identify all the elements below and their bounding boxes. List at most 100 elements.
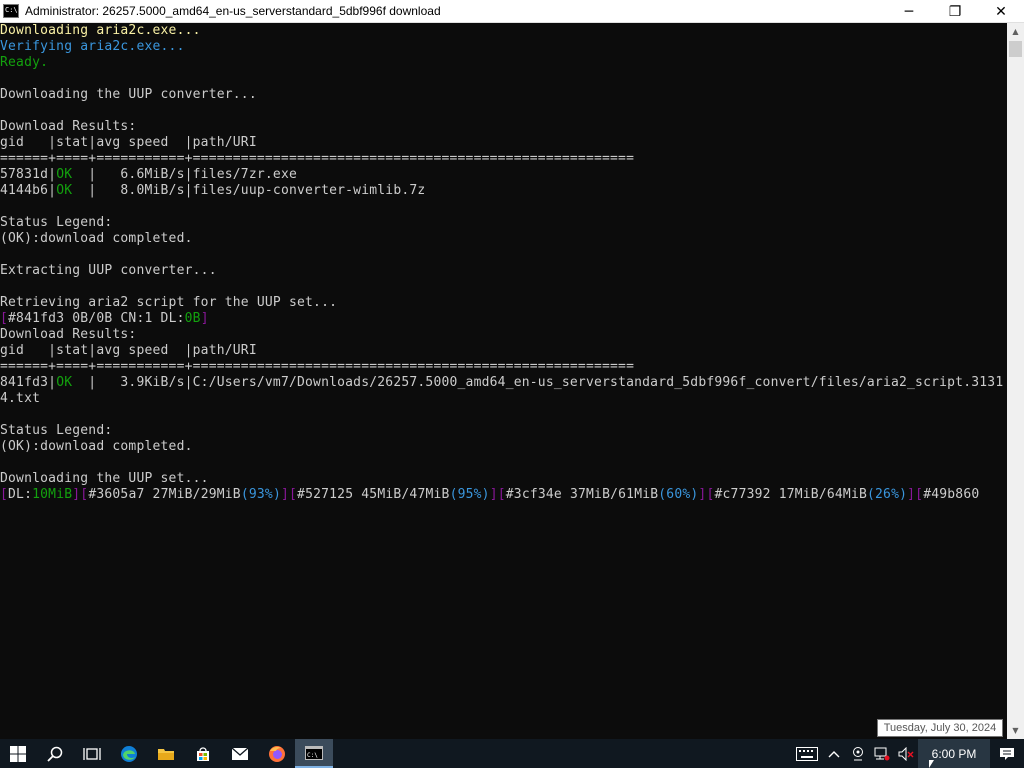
console-line: Downloading the UUP converter... bbox=[0, 87, 1007, 103]
store-button[interactable] bbox=[184, 739, 221, 768]
console-text: [ bbox=[0, 311, 9, 326]
speaker-muted-icon[interactable] bbox=[894, 739, 918, 768]
console-line: (OK):download completed. bbox=[0, 231, 1007, 247]
console-text: 0B bbox=[184, 311, 201, 326]
console-line: Retrieving aria2 script for the UUP set.… bbox=[0, 295, 1007, 311]
console-text: ][ bbox=[489, 487, 506, 502]
console-text: Status Legend: bbox=[0, 215, 113, 230]
console-text: Downloading the UUP set... bbox=[0, 471, 209, 486]
store-icon bbox=[196, 746, 209, 761]
vertical-scrollbar[interactable]: ▲ ▼ bbox=[1007, 23, 1024, 739]
edge-button[interactable] bbox=[110, 739, 147, 768]
maximize-button[interactable]: ❐ bbox=[932, 0, 978, 23]
windows-logo-icon bbox=[10, 745, 26, 762]
console-text: #3605a7 27MiB/29MiB bbox=[88, 487, 241, 502]
console-text: | 8.0MiB/s|files/uup-converter-wimlib.7z bbox=[72, 183, 426, 198]
firefox-icon bbox=[268, 745, 285, 762]
console-line: 4144b6|OK | 8.0MiB/s|files/uup-converter… bbox=[0, 183, 1007, 199]
network-icon[interactable] bbox=[870, 739, 894, 768]
console-line: [#841fd3 0B/0B CN:1 DL:0B] bbox=[0, 311, 1007, 327]
console-text: Status Legend: bbox=[0, 423, 113, 438]
scroll-up-arrow-icon[interactable]: ▲ bbox=[1007, 23, 1024, 40]
console-text: gid |stat|avg speed |path/URI bbox=[0, 343, 257, 358]
action-center-button[interactable] bbox=[990, 739, 1024, 768]
console-text: (26%) bbox=[867, 487, 908, 502]
console-text: #527125 45MiB/47MiB bbox=[297, 487, 450, 502]
console-line: 57831d|OK | 6.6MiB/s|files/7zr.exe bbox=[0, 167, 1007, 183]
console-text: | 3.9KiB/s|C:/Users/vm7/Downloads/26257.… bbox=[72, 375, 1004, 390]
console-text: (95%) bbox=[449, 487, 490, 502]
close-button[interactable]: ✕ bbox=[978, 0, 1024, 23]
chevron-up-icon[interactable] bbox=[822, 739, 846, 768]
task-view-button[interactable] bbox=[73, 739, 110, 768]
mail-icon bbox=[231, 747, 248, 760]
console-line: ======+====+===========+================… bbox=[0, 151, 1007, 167]
cmd-button[interactable]: C:\ bbox=[295, 739, 333, 768]
webcam-icon[interactable] bbox=[846, 739, 870, 768]
console-text: 57831d| bbox=[0, 167, 57, 182]
console-line: [DL:10MiB][#3605a7 27MiB/29MiB(93%)][#52… bbox=[0, 487, 1007, 503]
console-line: Download Results: bbox=[0, 327, 1007, 343]
console-text: ][ bbox=[907, 487, 924, 502]
console-line: 4.txt bbox=[0, 391, 1007, 407]
console-text: 4.txt bbox=[0, 391, 41, 406]
console-text: (OK):download completed. bbox=[0, 439, 193, 454]
start-button[interactable] bbox=[0, 739, 36, 768]
edge-icon bbox=[120, 745, 137, 762]
console-text: #841fd3 0B/0B CN:1 DL: bbox=[8, 311, 185, 326]
scroll-down-arrow-icon[interactable]: ▼ bbox=[1007, 722, 1024, 739]
folder-icon bbox=[157, 748, 174, 760]
search-button[interactable] bbox=[36, 739, 73, 768]
scroll-thumb[interactable] bbox=[1009, 41, 1022, 57]
mouse-pointer-icon bbox=[929, 760, 934, 768]
console-text: ======+====+===========+================… bbox=[0, 151, 635, 166]
window-title-bar[interactable]: Administrator: 26257.5000_amd64_en-us_se… bbox=[0, 0, 1024, 23]
console-text: ======+====+===========+================… bbox=[0, 359, 635, 374]
console-text: #49b860 bbox=[923, 487, 980, 502]
console-text: gid |stat|avg speed |path/URI bbox=[0, 135, 257, 150]
console-line: Extracting UUP converter... bbox=[0, 263, 1007, 279]
file-explorer-button[interactable] bbox=[147, 739, 184, 768]
touch-keyboard-icon[interactable] bbox=[792, 739, 822, 768]
console-line: Downloading aria2c.exe... bbox=[0, 23, 1007, 39]
minimize-button[interactable]: ─ bbox=[886, 0, 932, 23]
window-controls: ─ ❐ ✕ bbox=[886, 0, 1024, 23]
console-text: Extracting UUP converter... bbox=[0, 263, 217, 278]
console-text: Ready. bbox=[0, 55, 49, 70]
search-icon bbox=[46, 746, 62, 762]
console-line: Status Legend: bbox=[0, 423, 1007, 439]
console-line: gid |stat|avg speed |path/URI bbox=[0, 343, 1007, 359]
console-text: OK bbox=[56, 375, 73, 390]
console-text: (60%) bbox=[658, 487, 699, 502]
console-line: (OK):download completed. bbox=[0, 439, 1007, 455]
console-output[interactable]: Downloading aria2c.exe... Verifying aria2… bbox=[0, 23, 1007, 739]
console-line: Ready. bbox=[0, 55, 1007, 71]
firefox-button[interactable] bbox=[258, 739, 295, 768]
date-tooltip: Tuesday, July 30, 2024 bbox=[877, 719, 1003, 737]
console-text: Verifying aria2c.exe... bbox=[0, 39, 185, 54]
console-text: | 6.6MiB/s|files/7zr.exe bbox=[72, 167, 297, 182]
console-text: #c77392 17MiB/64MiB bbox=[714, 487, 867, 502]
system-tray: 6:00 PM bbox=[792, 739, 1024, 768]
console-text: 4144b6| bbox=[0, 183, 57, 198]
task-view-icon bbox=[82, 747, 101, 760]
console-text: ][ bbox=[72, 487, 89, 502]
console-line: Verifying aria2c.exe... bbox=[0, 39, 1007, 55]
console-text: Downloading aria2c.exe... bbox=[0, 23, 201, 38]
mail-button[interactable] bbox=[221, 739, 258, 768]
console-text: OK bbox=[56, 183, 73, 198]
console-text: DL: bbox=[8, 487, 33, 502]
cmd-icon bbox=[3, 4, 19, 18]
console-line: Status Legend: bbox=[0, 215, 1007, 231]
console-text: 841fd3| bbox=[0, 375, 57, 390]
console-text: #3cf34e 37MiB/61MiB bbox=[505, 487, 659, 502]
console-text: Retrieving aria2 script for the UUP set.… bbox=[0, 295, 338, 310]
console-text: [ bbox=[0, 487, 9, 502]
console-line: 841fd3|OK | 3.9KiB/s|C:/Users/vm7/Downlo… bbox=[0, 375, 1007, 391]
console-line: ======+====+===========+================… bbox=[0, 359, 1007, 375]
